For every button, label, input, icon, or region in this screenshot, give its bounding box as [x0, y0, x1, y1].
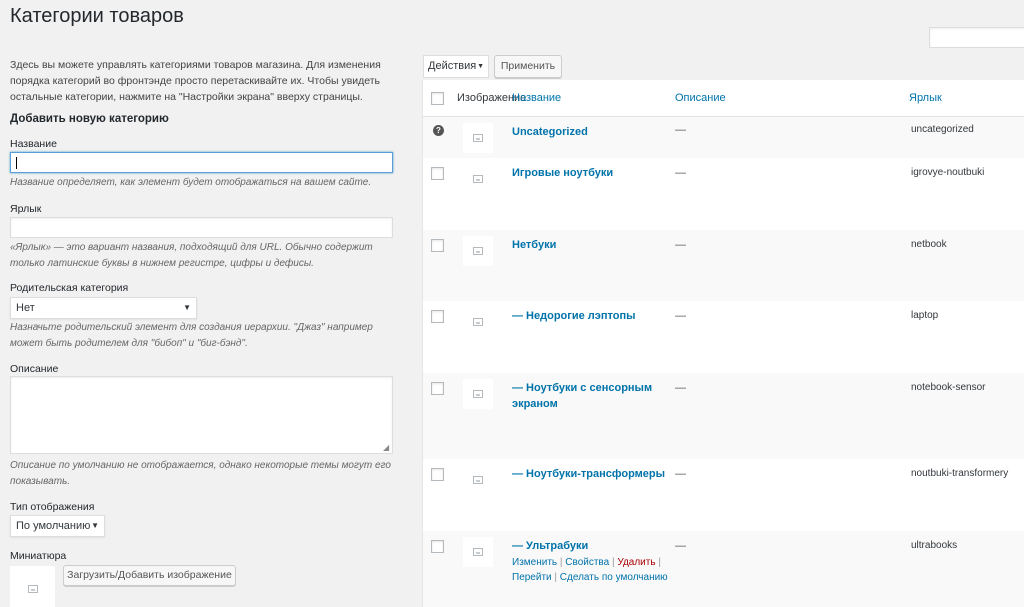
add-category-heading: Добавить новую категорию — [10, 113, 169, 125]
category-name-link[interactable]: — Ноутбуки с сенсорным экраном — [512, 380, 662, 412]
image-placeholder-icon — [473, 175, 483, 183]
upload-image-button[interactable]: Загрузить/Добавить изображение — [63, 565, 236, 586]
table-row: ? Uncategorized — uncategorized — [423, 117, 1024, 158]
category-name-link[interactable]: — Недорогие лэптопы — [512, 308, 662, 324]
row-thumbnail — [463, 123, 493, 153]
image-placeholder-icon — [27, 584, 38, 593]
image-placeholder-icon — [473, 548, 483, 556]
display-type-select[interactable]: По умолчанию ▼ — [10, 515, 105, 537]
category-description: — — [675, 310, 686, 322]
separator: | — [611, 557, 615, 568]
slug-label: Ярлык — [10, 203, 42, 215]
category-name-link[interactable]: — Ультрабуки — [512, 538, 662, 554]
separator: | — [554, 572, 558, 583]
row-thumbnail — [463, 236, 493, 266]
image-placeholder-icon — [473, 476, 483, 484]
row-checkbox[interactable] — [431, 540, 444, 553]
row-thumbnail — [463, 379, 493, 409]
table-row: — Ноутбуки с сенсорным экраном — noteboo… — [423, 373, 1024, 459]
description-help: Описание по умолчанию не отображается, о… — [10, 460, 391, 487]
image-placeholder-icon — [473, 390, 483, 398]
properties-link[interactable]: Свойства — [565, 557, 609, 568]
category-description: — — [675, 540, 686, 552]
category-slug: notebook-sensor — [911, 382, 986, 393]
category-name-link[interactable]: Нетбуки — [512, 237, 662, 253]
parent-category-label: Родительская категория — [10, 282, 129, 294]
category-slug: uncategorized — [911, 124, 974, 135]
row-thumbnail — [463, 537, 493, 567]
slug-input[interactable] — [10, 217, 393, 238]
row-checkbox[interactable] — [431, 468, 444, 481]
column-description[interactable]: Описание — [675, 92, 726, 104]
image-placeholder-icon — [473, 247, 483, 255]
edit-link[interactable]: Изменить — [512, 557, 557, 568]
display-type-value: По умолчанию — [16, 520, 91, 532]
row-checkbox[interactable] — [431, 382, 444, 395]
page-title: Категории товаров — [10, 5, 184, 27]
category-description: — — [675, 167, 686, 179]
name-label: Название — [10, 138, 57, 150]
view-link[interactable]: Перейти — [512, 572, 552, 583]
intro-text: Здесь вы можете управлять категориями то… — [10, 59, 381, 103]
row-thumbnail — [463, 307, 493, 337]
row-actions: Изменить | Свойства | Удалить | Перейти … — [512, 555, 672, 585]
table-header: Изображение Название Описание Ярлык — [423, 80, 1024, 117]
row-thumbnail — [463, 164, 493, 194]
category-slug: ultrabooks — [911, 540, 958, 551]
display-type-label: Тип отображения — [10, 501, 95, 513]
name-description: Название определяет, как элемент будет о… — [10, 177, 372, 188]
category-slug: laptop — [911, 310, 939, 321]
categories-table: Изображение Название Описание Ярлык ? Un… — [422, 80, 1024, 607]
category-description: — — [675, 382, 686, 394]
column-name[interactable]: Название — [512, 92, 561, 104]
chevron-down-icon: ▼ — [183, 303, 191, 312]
category-description: — — [675, 239, 686, 251]
help-icon[interactable]: ? — [433, 125, 444, 136]
name-input[interactable] — [10, 152, 393, 173]
category-description: — — [675, 468, 686, 480]
category-slug: igrovye-noutbuki — [911, 167, 985, 178]
row-checkbox[interactable] — [431, 310, 444, 323]
image-placeholder-icon — [473, 318, 483, 326]
thumbnail-label: Миниатюра — [10, 550, 67, 562]
category-slug: netbook — [911, 239, 947, 250]
search-input[interactable] — [929, 27, 1024, 48]
bulk-actions-select[interactable]: Действия ▼ — [423, 55, 489, 78]
resize-grip-icon[interactable]: ◢ — [383, 444, 391, 452]
delete-link[interactable]: Удалить — [617, 557, 655, 568]
chevron-down-icon: ▼ — [477, 63, 484, 70]
slug-description: «Ярлык» — это вариант названия, подходящ… — [10, 242, 373, 269]
image-placeholder-icon — [473, 134, 483, 142]
separator: | — [658, 557, 661, 568]
parent-category-select[interactable]: Нет ▼ — [10, 297, 197, 319]
category-slug: noutbuki-transformery — [911, 468, 1009, 479]
parent-category-description: Назначьте родительский элемент для созда… — [10, 322, 373, 349]
row-thumbnail — [463, 465, 493, 495]
make-default-link[interactable]: Сделать по умолчанию — [560, 572, 668, 583]
category-description: — — [675, 124, 686, 136]
table-row: — Недорогие лэптопы — laptop — [423, 301, 1024, 373]
category-name-link[interactable]: Uncategorized — [512, 124, 662, 140]
table-row: — Ультрабуки Изменить | Свойства | Удали… — [423, 531, 1024, 607]
description-textarea[interactable]: ◢ — [10, 376, 393, 454]
separator: | — [559, 557, 563, 568]
row-checkbox[interactable] — [431, 167, 444, 180]
row-checkbox[interactable] — [431, 239, 444, 252]
select-all-checkbox[interactable] — [431, 92, 444, 105]
table-row: Игровые ноутбуки — igrovye-noutbuki — [423, 158, 1024, 230]
text-caret — [16, 157, 17, 169]
chevron-down-icon: ▼ — [91, 521, 99, 530]
parent-category-value: Нет — [16, 302, 35, 314]
category-name-link[interactable]: Игровые ноутбуки — [512, 165, 662, 181]
table-row: Нетбуки — netbook — [423, 230, 1024, 301]
apply-button[interactable]: Применить — [494, 55, 562, 78]
thumbnail-placeholder — [10, 566, 55, 607]
description-label: Описание — [10, 363, 59, 375]
column-slug[interactable]: Ярлык — [909, 92, 942, 104]
table-row: — Ноутбуки-трансформеры — noutbuki-trans… — [423, 459, 1024, 531]
bulk-actions-value: Действия — [428, 60, 477, 72]
